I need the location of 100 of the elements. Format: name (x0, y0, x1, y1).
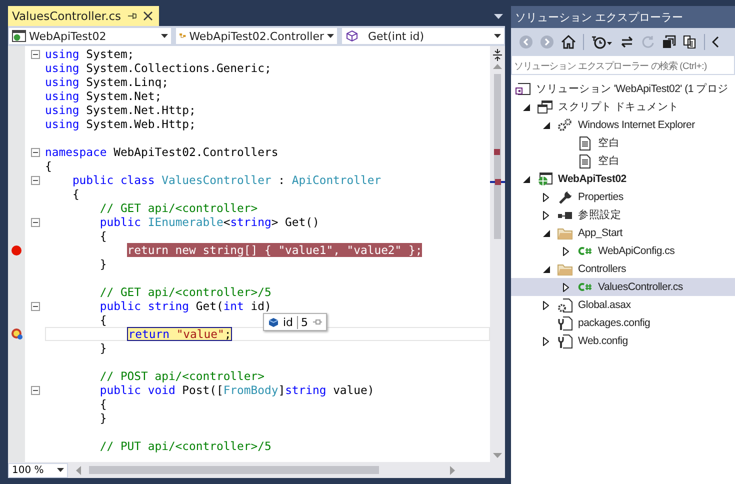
references-icon (557, 210, 573, 220)
variable-name: id (283, 316, 294, 328)
show-all-files-icon[interactable] (683, 34, 697, 48)
close-icon[interactable] (143, 11, 154, 21)
horizontal-scrollbar-thumb[interactable] (89, 466, 379, 474)
collapsed-arrow-icon[interactable] (543, 192, 549, 202)
expanded-arrow-icon[interactable] (542, 266, 550, 272)
clock-icon[interactable] (591, 34, 613, 48)
document-icon (578, 154, 592, 168)
tree-item[interactable]: packages.config (511, 314, 735, 332)
vertical-scrollbar[interactable] (490, 46, 505, 462)
dropdown-arrow-icon (57, 468, 64, 472)
change-mark-icon (494, 149, 500, 155)
code-line: using System.Net.Http; (45, 103, 196, 117)
code-line: public IEnumerable<string> Get() (100, 215, 320, 229)
zoom-dropdown[interactable]: 100 % (8, 462, 68, 478)
code-line: // PUT api/<controller>/5 (100, 439, 272, 453)
code-line: public string Get(int id) (100, 299, 272, 313)
collapse-icon[interactable] (30, 386, 40, 394)
type-dropdown[interactable]: WebApiTest02.Controller (175, 27, 338, 45)
code-line: { (72, 187, 80, 201)
code-file-icon (577, 245, 593, 257)
expanded-arrow-icon[interactable] (522, 176, 530, 182)
tree-item[interactable]: Global.asax (511, 296, 735, 314)
document-tab[interactable]: ValuesController.cs (8, 6, 160, 26)
collapse-icon[interactable] (30, 218, 40, 226)
collapse-icon[interactable] (30, 302, 40, 310)
collapsed-arrow-icon[interactable] (563, 246, 569, 256)
tree-item[interactable]: WebApiTest02 (511, 170, 735, 188)
tree-item[interactable]: ValuesController.cs (511, 278, 735, 296)
code-line: public void Post([FromBody]string value) (100, 383, 374, 397)
collapsed-arrow-icon[interactable] (543, 300, 549, 310)
code-line: { (100, 397, 107, 411)
tree-item[interactable]: 参照設定 (511, 206, 735, 224)
code-line: // GET api/<controller>/5 (100, 285, 272, 299)
collapsed-arrow-icon[interactable] (543, 336, 549, 346)
expanded-arrow-icon[interactable] (542, 122, 550, 128)
expanded-arrow-icon[interactable] (522, 104, 530, 110)
tree-item[interactable]: Properties (511, 188, 735, 206)
code-line: using System.Web.Http; (45, 117, 196, 131)
collapsed-arrow-icon[interactable] (543, 210, 549, 220)
code-line: using System.Net; (45, 89, 162, 103)
collapsed-arrow-icon[interactable] (563, 282, 569, 292)
project-icon (12, 30, 26, 42)
member-dropdown[interactable]: Get(int id) (341, 27, 505, 45)
expanded-arrow-icon[interactable] (542, 230, 550, 236)
pin-icon[interactable] (312, 318, 322, 326)
solution-icon (515, 82, 531, 96)
tree-item[interactable]: 空白 (511, 152, 735, 170)
code-line: { (100, 313, 107, 327)
project-dropdown[interactable]: WebApiTest02 (8, 27, 172, 45)
dropdown-arrow-icon[interactable] (494, 14, 503, 18)
home-icon[interactable] (561, 34, 576, 48)
code-line: using System.Linq; (45, 75, 168, 89)
pin-icon[interactable] (127, 11, 138, 21)
dropdown-arrow-icon (161, 34, 168, 38)
code-line: // POST api/<controller> (100, 369, 264, 383)
code-line: // GET api/<controller> (100, 201, 258, 215)
variable-icon (268, 316, 279, 328)
collapse-icon[interactable] (30, 148, 40, 156)
chevron-icon[interactable] (712, 36, 719, 48)
code-line: public class ValuesController : ApiController (72, 173, 382, 187)
folder-icon (557, 226, 573, 240)
code-line: { (45, 159, 52, 173)
tree-item[interactable]: Web.config (511, 332, 735, 350)
tree-item[interactable]: スクリプト ドキュメント (511, 98, 735, 116)
code-line: } (100, 341, 107, 355)
code-line: } (100, 257, 107, 271)
config-file-icon (557, 334, 573, 348)
datatip[interactable]: id 5 (263, 313, 328, 331)
code-line: } (100, 411, 107, 425)
dropdown-arrow-icon (327, 34, 334, 38)
code-line: { (100, 229, 107, 243)
collapse-icon[interactable] (30, 176, 40, 184)
cube-icon (345, 30, 359, 42)
breakpoint-icon[interactable] (11, 244, 22, 256)
panel-title: ソリューション エクスプローラー (511, 6, 735, 28)
split-icon[interactable] (492, 49, 503, 61)
tree-item[interactable]: App_Start (511, 224, 735, 242)
web-project-icon (537, 172, 553, 186)
collapse-all-icon[interactable] (662, 34, 676, 48)
tree-item[interactable]: ソリューション 'WebApiTest02' (1 プロジ (511, 80, 735, 98)
dropdown-arrow-icon (494, 34, 501, 38)
document-icon (578, 136, 592, 150)
folder-icon (557, 262, 573, 276)
sync-icon[interactable] (620, 34, 634, 48)
search-field[interactable]: ソリューション エクスプローラー の検索 (Ctrl+:) (511, 55, 735, 75)
code-file-icon (577, 281, 593, 293)
tree-item[interactable]: 空白 (511, 134, 735, 152)
config-file-icon (557, 316, 573, 330)
wrench-icon (558, 190, 572, 204)
code-line: namespace WebApiTest02.Controllers (45, 145, 278, 159)
tree-item[interactable]: Windows Internet Explorer (511, 116, 735, 134)
collapse-icon[interactable] (30, 50, 40, 58)
windows-icon (537, 100, 553, 114)
code-line: using System.Collections.Generic; (45, 61, 272, 75)
tree-item[interactable]: WebApiConfig.cs (511, 242, 735, 260)
variable-value[interactable]: 5 (297, 316, 308, 328)
caret-position-icon (490, 179, 505, 185)
tree-item[interactable]: Controllers (511, 260, 735, 278)
